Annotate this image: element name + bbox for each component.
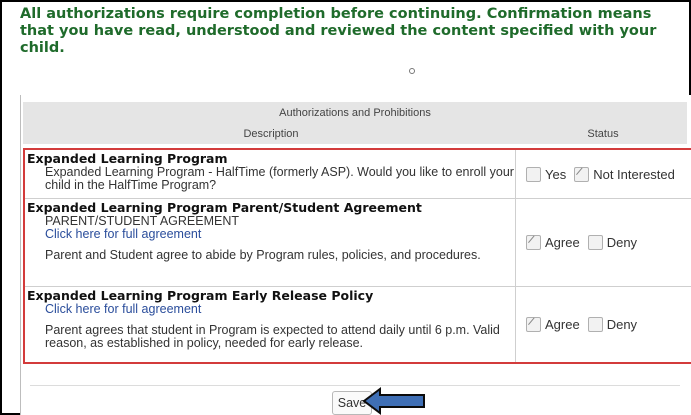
authorizations-table: Authorizations and Prohibitions Descript… — [23, 102, 691, 364]
footer-divider — [30, 385, 680, 386]
table-header-title: Authorizations and Prohibitions — [23, 102, 687, 124]
column-header-description: Description — [243, 128, 299, 140]
row-text: Expanded Learning Program - HalfTime (fo… — [45, 165, 514, 192]
row-description: Expanded Learning Program Expanded Learn… — [25, 150, 516, 198]
option-agree[interactable]: Agree — [526, 317, 580, 332]
option-label: Deny — [606, 235, 638, 250]
checkbox-yes[interactable] — [526, 166, 541, 182]
row-status: Yes Not Interested — [516, 150, 691, 198]
option-label: Yes — [545, 166, 567, 182]
row-status: Agree Deny — [516, 199, 691, 286]
option-label: Not Interested — [593, 166, 675, 182]
row-text: Parent agrees that student in Program is… — [45, 323, 500, 350]
checkbox-not-interested[interactable] — [574, 166, 590, 182]
table-row: Expanded Learning Program Expanded Learn… — [25, 150, 691, 199]
option-not-interested[interactable]: Not Interested — [574, 166, 675, 182]
row-status: Agree Deny — [516, 287, 691, 362]
row-title: Expanded Learning Program Early Release … — [27, 288, 374, 303]
full-agreement-link[interactable]: Click here for full agreement — [27, 303, 515, 316]
row-description: Expanded Learning Program Early Release … — [25, 287, 516, 362]
option-label: Agree — [545, 317, 580, 332]
row-description: Expanded Learning Program Parent/Student… — [25, 199, 516, 286]
row-text: Parent and Student agree to abide by Pro… — [45, 248, 481, 262]
full-agreement-link[interactable]: Click here for full agreement — [27, 228, 515, 241]
column-header-status: Status — [587, 128, 619, 140]
option-label: Agree — [545, 235, 580, 250]
option-deny[interactable]: Deny — [587, 317, 638, 332]
table-row: Expanded Learning Program Early Release … — [25, 287, 691, 362]
checkbox-deny[interactable] — [587, 235, 603, 250]
arrow-left-icon — [362, 387, 425, 415]
row-title: Expanded Learning Program — [27, 151, 228, 166]
row-title: Expanded Learning Program Parent/Student… — [27, 200, 422, 215]
checkbox-deny[interactable] — [587, 317, 603, 332]
instructions-text: All authorizations require completion be… — [20, 6, 657, 56]
option-deny[interactable]: Deny — [587, 235, 638, 250]
option-agree[interactable]: Agree — [526, 235, 580, 250]
checkbox-agree[interactable] — [526, 235, 541, 250]
checkbox-agree[interactable] — [526, 317, 541, 332]
option-label: Deny — [606, 317, 638, 332]
table-row: Expanded Learning Program Parent/Student… — [25, 199, 691, 287]
option-yes[interactable]: Yes — [526, 166, 567, 182]
highlighted-rows: Expanded Learning Program Expanded Learn… — [23, 148, 691, 364]
loading-indicator — [409, 68, 415, 74]
table-column-headers: Description Status — [23, 124, 687, 144]
